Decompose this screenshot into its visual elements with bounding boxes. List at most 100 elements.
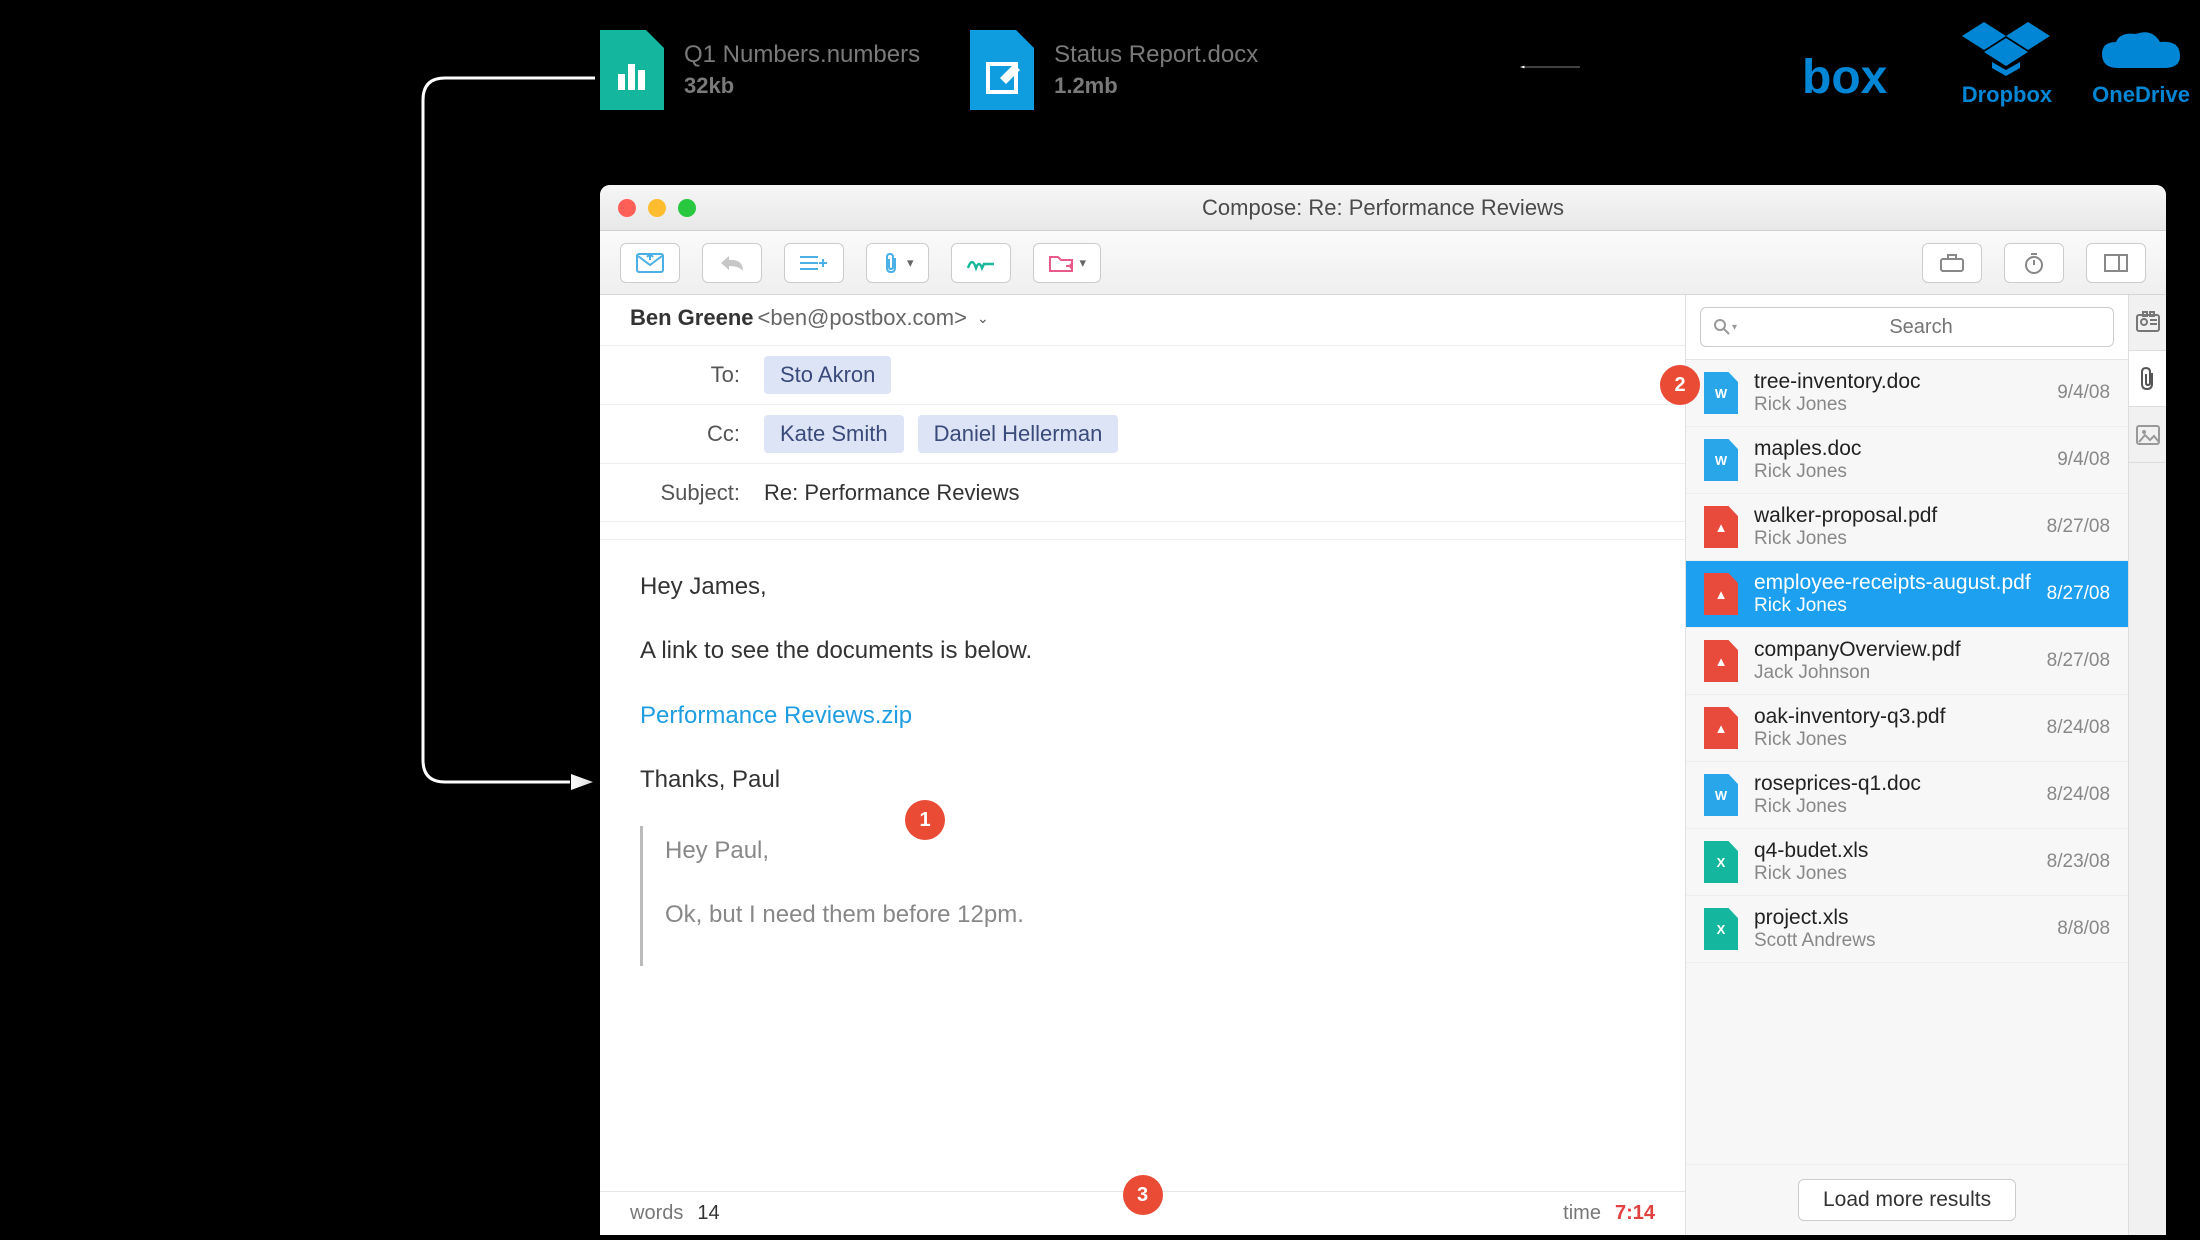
result-row[interactable]: Wroseprices-q1.docRick Jones 8/24/08 <box>1686 762 2128 829</box>
chevron-down-icon: ▾ <box>907 255 914 271</box>
result-row[interactable]: Wtree-inventory.docRick Jones9/4/08 <box>1686 360 2128 427</box>
result-date: 9/4/08 <box>2057 382 2110 404</box>
from-name: Ben Greene <box>630 305 754 331</box>
result-row[interactable]: ▲walker-proposal.pdfRick Jones8/27/08 <box>1686 494 2128 561</box>
result-filename: oak-inventory-q3.pdf <box>1754 705 2031 729</box>
send-icon <box>636 253 664 273</box>
time-value: 7:14 <box>1615 1202 1655 1225</box>
recipient-chip[interactable]: Kate Smith <box>764 415 904 453</box>
cc-chips[interactable]: Kate Smith Daniel Hellerman <box>764 415 1118 453</box>
result-row[interactable]: ▲employee-receipts-august.pdfRick Jones8… <box>1686 561 2128 628</box>
send-button[interactable] <box>620 243 680 283</box>
toolbar: ▾ ▾ <box>600 231 2166 295</box>
folder-icon <box>1048 253 1074 273</box>
from-row[interactable]: Ben Greene <ben@postbox.com> ⌄ <box>600 295 1685 346</box>
edit-file-icon <box>970 30 1034 110</box>
result-filename: companyOverview.pdf <box>1754 638 2031 662</box>
contacts-tab[interactable] <box>2129 295 2166 351</box>
time-label: time <box>1563 1202 1601 1225</box>
recipient-chip[interactable]: Sto Akron <box>764 356 891 394</box>
result-row[interactable]: Wmaples.docRick Jones9/4/08 <box>1686 427 2128 494</box>
doc-file-icon: W <box>1704 372 1738 414</box>
pdf-file-icon: ▲ <box>1704 506 1738 548</box>
dropbox-label: Dropbox <box>1962 82 2052 108</box>
result-author: Rick Jones <box>1754 394 2041 416</box>
cc-row: Cc: Kate Smith Daniel Hellerman <box>600 405 1685 464</box>
results-list: Wtree-inventory.docRick Jones9/4/08Wmapl… <box>1686 360 2128 1164</box>
arrow-providers-to-files <box>1400 65 1700 69</box>
paperclip-icon <box>2138 367 2158 391</box>
reply-button[interactable] <box>702 243 762 283</box>
sidebar-tabs <box>2128 295 2166 1235</box>
search-input[interactable] <box>1700 307 2114 347</box>
result-author: Rick Jones <box>1754 729 2031 751</box>
reply-icon <box>719 253 745 273</box>
box-logo: box <box>1802 48 1922 108</box>
xls-file-icon: X <box>1704 908 1738 950</box>
folder-button[interactable]: ▾ <box>1033 243 1102 283</box>
minimize-button[interactable] <box>648 199 666 217</box>
compose-pane: Ben Greene <ben@postbox.com> ⌄ To: Sto A… <box>600 295 1686 1235</box>
chevron-down-icon: ⌄ <box>977 310 989 327</box>
result-author: Scott Andrews <box>1754 930 2041 952</box>
cloud-file-docx[interactable]: Status Report.docx 1.2mb <box>970 30 1258 110</box>
to-label: To: <box>630 362 740 388</box>
result-row[interactable]: ▲companyOverview.pdfJack Johnson8/27/08 <box>1686 628 2128 695</box>
result-date: 8/27/08 <box>2047 583 2110 605</box>
quote-line: Ok, but I need them before 12pm. <box>665 896 1645 934</box>
body-signoff: Thanks, Paul <box>640 761 1645 799</box>
attachments-tab[interactable] <box>2129 351 2166 407</box>
stopwatch-icon <box>2023 252 2045 274</box>
subject-input[interactable] <box>764 480 1655 506</box>
result-filename: q4-budet.xls <box>1754 839 2031 863</box>
file-size: 1.2mb <box>1054 73 1258 99</box>
words-count: 14 <box>697 1202 719 1225</box>
result-date: 8/24/08 <box>2047 717 2110 739</box>
images-tab[interactable] <box>2129 407 2166 463</box>
result-filename: project.xls <box>1754 906 2041 930</box>
words-label: words <box>630 1202 683 1225</box>
result-author: Jack Johnson <box>1754 662 2031 684</box>
signature-icon <box>966 254 996 272</box>
cloud-providers: box Dropbox OneDrive <box>1802 20 2190 108</box>
search-icon: ▾ <box>1714 319 1737 335</box>
cloud-file-numbers[interactable]: Q1 Numbers.numbers 32kb <box>600 30 920 110</box>
doc-file-icon: W <box>1704 439 1738 481</box>
titlebar: Compose: Re: Performance Reviews <box>600 185 2166 231</box>
callout-2: 2 <box>1660 365 1700 405</box>
compose-window: Compose: Re: Performance Reviews ▾ ▾ <box>600 185 2166 1235</box>
to-chips[interactable]: Sto Akron <box>764 356 891 394</box>
result-filename: roseprices-q1.doc <box>1754 772 2031 796</box>
signature-button[interactable] <box>951 243 1011 283</box>
attachment-link[interactable]: Performance Reviews.zip <box>640 702 912 729</box>
attach-button[interactable]: ▾ <box>866 243 929 283</box>
result-row[interactable]: ▲ oak-inventory-q3.pdfRick Jones 8/24/08 <box>1686 695 2128 762</box>
pdf-file-icon: ▲ <box>1704 707 1738 749</box>
result-row[interactable]: Xq4-budet.xlsRick Jones8/23/08 <box>1686 829 2128 896</box>
onedrive-logo: OneDrive <box>2092 30 2190 108</box>
result-author: Rick Jones <box>1754 796 2031 818</box>
message-body[interactable]: Hey James, A link to see the documents i… <box>600 540 1685 1191</box>
cc-label: Cc: <box>630 421 740 447</box>
arrow-files-to-link <box>415 70 595 790</box>
close-button[interactable] <box>618 199 636 217</box>
load-more-button[interactable]: Load more results <box>1798 1179 2016 1221</box>
zoom-button[interactable] <box>678 199 696 217</box>
result-date: 8/27/08 <box>2047 516 2110 538</box>
subject-label: Subject: <box>630 480 740 506</box>
briefcase-icon <box>1939 253 1965 273</box>
result-date: 9/4/08 <box>2057 449 2110 471</box>
result-date: 8/24/08 <box>2047 784 2110 806</box>
recipient-chip[interactable]: Daniel Hellerman <box>918 415 1119 453</box>
file-name: Status Report.docx <box>1054 41 1258 69</box>
doc-file-icon: W <box>1704 774 1738 816</box>
timer-button[interactable] <box>2004 243 2064 283</box>
from-address: <ben@postbox.com> <box>758 305 967 331</box>
result-filename: maples.doc <box>1754 437 2041 461</box>
panel-toggle-button[interactable] <box>2086 243 2146 283</box>
toolbox-button[interactable] <box>1922 243 1982 283</box>
add-text-button[interactable] <box>784 243 844 283</box>
result-row[interactable]: Xproject.xlsScott Andrews 8/8/08 <box>1686 896 2128 963</box>
result-date: 8/8/08 <box>2057 918 2110 940</box>
result-author: Rick Jones <box>1754 595 2031 617</box>
